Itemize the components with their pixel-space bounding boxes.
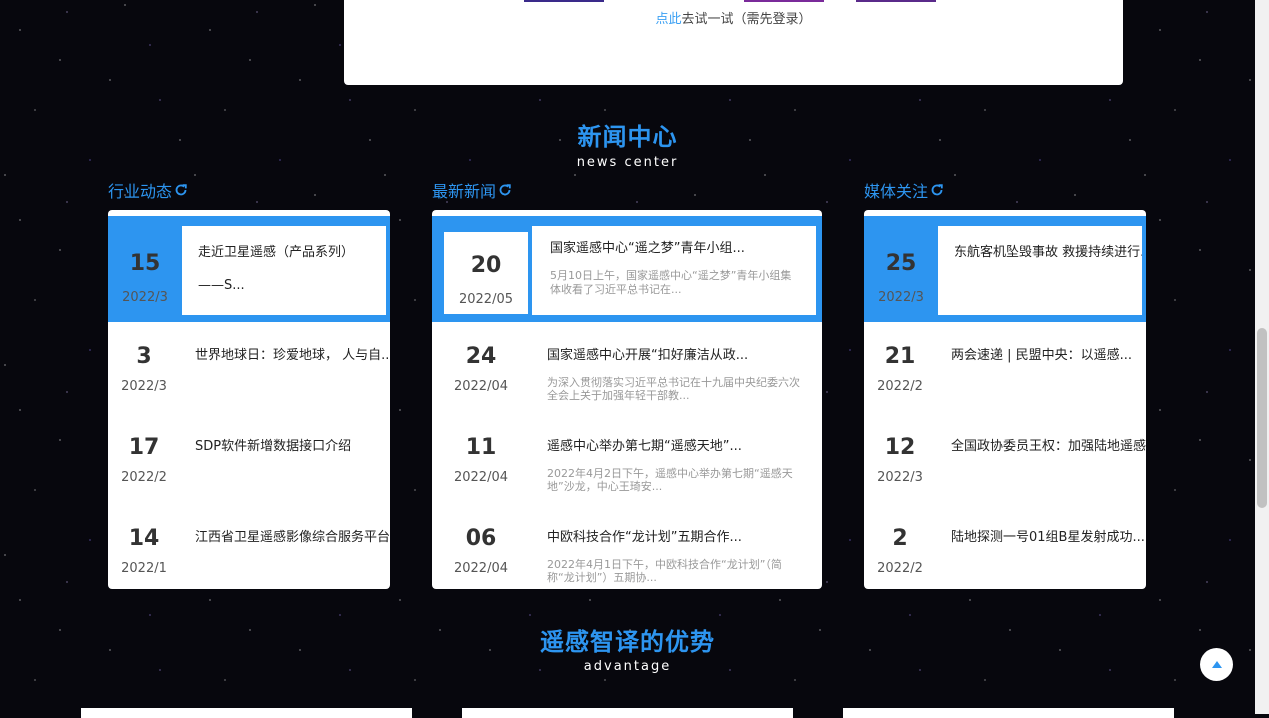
featured-day: 20 xyxy=(470,253,502,278)
news-center-title: 新闻中心 xyxy=(577,123,678,151)
caret-up-icon xyxy=(1211,655,1223,674)
item-month: 2022/04 xyxy=(453,470,508,485)
featured-month: 2022/05 xyxy=(458,292,513,307)
item-month: 2022/04 xyxy=(453,379,508,394)
item-month: 2022/2 xyxy=(121,470,167,485)
news-card-media: 25 2022/3 东航客机坠毁事故 救援持续进行... 21 2022/2 两会… xyxy=(864,210,1146,589)
try-it-panel: 点此去试一试（需先登录） xyxy=(344,0,1123,85)
item-day: 2 xyxy=(892,526,908,551)
column-title-text: 最新新闻 xyxy=(432,182,497,201)
item-day: 14 xyxy=(128,526,160,551)
panel-image-edge xyxy=(524,0,604,2)
refresh-icon[interactable] xyxy=(930,183,944,197)
news-center-subtitle: news center xyxy=(576,155,679,170)
news-card-latest: 20 2022/05 国家遥感中心“遥之梦”青年小组... 5月10日上午，国家… xyxy=(432,210,822,589)
page: 点此去试一试（需先登录） 新闻中心 news center 行业动态 最新新闻 … xyxy=(0,0,1255,718)
advantage-title: 遥感智译的优势 xyxy=(540,628,715,656)
item-date: 11 2022/04 xyxy=(432,427,530,485)
news-card-industry: 15 2022/3 走近卫星遥感（产品系列）——S... 3 2022/3 世界地… xyxy=(108,210,390,589)
item-month: 2022/1 xyxy=(121,561,167,576)
item-day: 06 xyxy=(465,526,497,551)
item-title[interactable]: 遥感中心举办第七期“遥感天地”... xyxy=(547,435,807,454)
item-month: 2022/2 xyxy=(877,561,923,576)
item-day: 21 xyxy=(884,344,916,369)
featured-date: 25 2022/3 xyxy=(864,216,938,322)
panel-image-edge xyxy=(856,0,936,2)
featured-body: 国家遥感中心“遥之梦”青年小组... 5月10日上午，国家遥感中心“遥之梦”青年… xyxy=(532,226,816,315)
item-date: 06 2022/04 xyxy=(432,518,530,576)
try-it-link[interactable]: 点此 xyxy=(655,12,681,27)
item-day: 11 xyxy=(465,435,497,460)
column-title-text: 行业动态 xyxy=(108,182,173,201)
item-date: 3 2022/3 xyxy=(108,336,180,394)
featured-title[interactable]: 走近卫星遥感（产品系列）——S... xyxy=(198,236,370,302)
list-item[interactable]: 06 2022/04 中欧科技合作“龙计划”五期合作... 2022年4月1日下午… xyxy=(432,518,822,589)
item-desc: 2022年4月2日下午，遥感中心举办第七期“遥感天地”沙龙，中心王琦安... xyxy=(547,467,793,493)
featured-news[interactable]: 15 2022/3 走近卫星遥感（产品系列）——S... xyxy=(108,216,390,322)
item-day: 17 xyxy=(128,435,160,460)
panel-image-edge xyxy=(744,0,824,2)
featured-date: 20 2022/05 xyxy=(444,216,528,322)
featured-day: 25 xyxy=(885,251,917,276)
featured-desc: 5月10日上午，国家遥感中心“遥之梦”青年小组集体收看了习近平总书记在... xyxy=(550,269,792,296)
list-item[interactable]: 14 2022/1 江西省卫星遥感影像综合服务平台 xyxy=(108,518,390,589)
item-title[interactable]: 两会速递 | 民盟中央：以遥感... xyxy=(951,344,1146,363)
list-item[interactable]: 24 2022/04 国家遥感中心开展“扣好廉洁从政... 为深入贯彻落实习近平总… xyxy=(432,336,822,426)
column-title-media[interactable]: 媒体关注 xyxy=(864,178,944,202)
try-it-text: 去试一试（需先登录） xyxy=(681,12,812,27)
featured-body: 走近卫星遥感（产品系列）——S... xyxy=(182,226,386,315)
item-month: 2022/04 xyxy=(453,561,508,576)
list-item[interactable]: 3 2022/3 世界地球日：珍爱地球， 人与自... xyxy=(108,336,390,426)
item-month: 2022/3 xyxy=(121,379,167,394)
list-item[interactable]: 11 2022/04 遥感中心举办第七期“遥感天地”... 2022年4月2日下午… xyxy=(432,427,822,517)
item-title[interactable]: 世界地球日：珍爱地球， 人与自... xyxy=(195,344,390,363)
item-month: 2022/3 xyxy=(877,470,923,485)
item-title[interactable]: 江西省卫星遥感影像综合服务平台 xyxy=(195,526,390,545)
featured-news[interactable]: 20 2022/05 国家遥感中心“遥之梦”青年小组... 5月10日上午，国家… xyxy=(432,216,822,322)
featured-day: 15 xyxy=(129,251,161,276)
back-to-top-button[interactable] xyxy=(1200,648,1233,681)
featured-title[interactable]: 东航客机坠毁事故 救援持续进行... xyxy=(954,236,1142,269)
column-title-latest[interactable]: 最新新闻 xyxy=(432,178,512,202)
column-title-industry[interactable]: 行业动态 xyxy=(108,178,188,202)
item-desc: 2022年4月1日下午，中欧科技合作“龙计划”（简称“龙计划”）五期协... xyxy=(547,558,782,584)
refresh-icon[interactable] xyxy=(498,183,512,197)
item-title[interactable]: SDP软件新增数据接口介绍 xyxy=(195,435,390,454)
list-item[interactable]: 2 2022/2 陆地探测一号01组B星发射成功... xyxy=(864,518,1146,589)
featured-news[interactable]: 25 2022/3 东航客机坠毁事故 救援持续进行... xyxy=(864,216,1146,322)
list-item[interactable]: 12 2022/3 全国政协委员王权：加强陆地遥感 xyxy=(864,427,1146,517)
advantage-card xyxy=(462,708,793,718)
item-month: 2022/2 xyxy=(877,379,923,394)
item-date: 12 2022/3 xyxy=(864,427,936,485)
refresh-icon[interactable] xyxy=(174,183,188,197)
featured-month: 2022/3 xyxy=(878,290,924,305)
list-item[interactable]: 21 2022/2 两会速递 | 民盟中央：以遥感... xyxy=(864,336,1146,426)
advantage-subtitle: advantage xyxy=(583,659,672,674)
item-day: 3 xyxy=(136,344,152,369)
item-day: 24 xyxy=(465,344,497,369)
column-title-text: 媒体关注 xyxy=(864,182,929,201)
item-title[interactable]: 全国政协委员王权：加强陆地遥感 xyxy=(951,435,1146,454)
item-date: 2 2022/2 xyxy=(864,518,936,576)
advantage-card xyxy=(81,708,412,718)
item-title[interactable]: 陆地探测一号01组B星发射成功... xyxy=(951,526,1146,545)
list-item[interactable]: 17 2022/2 SDP软件新增数据接口介绍 xyxy=(108,427,390,517)
scrollbar-thumb[interactable] xyxy=(1257,328,1267,508)
featured-date: 15 2022/3 xyxy=(108,216,182,322)
item-day: 12 xyxy=(884,435,916,460)
try-it-hint: 点此去试一试（需先登录） xyxy=(344,8,1123,27)
featured-body: 东航客机坠毁事故 救援持续进行... xyxy=(938,226,1142,315)
item-desc: 为深入贯彻落实习近平总书记在十九届中央纪委六次全会上关于加强年轻干部教... xyxy=(547,376,800,402)
item-date: 14 2022/1 xyxy=(108,518,180,576)
item-title[interactable]: 国家遥感中心开展“扣好廉洁从政... xyxy=(547,344,807,363)
item-title[interactable]: 中欧科技合作“龙计划”五期合作... xyxy=(547,526,807,545)
page-scrollbar[interactable] xyxy=(1255,0,1269,714)
featured-month: 2022/3 xyxy=(122,290,168,305)
item-date: 24 2022/04 xyxy=(432,336,530,394)
item-date: 21 2022/2 xyxy=(864,336,936,394)
advantage-card xyxy=(843,708,1174,718)
featured-title[interactable]: 国家遥感中心“遥之梦”青年小组... xyxy=(550,232,798,265)
item-date: 17 2022/2 xyxy=(108,427,180,485)
